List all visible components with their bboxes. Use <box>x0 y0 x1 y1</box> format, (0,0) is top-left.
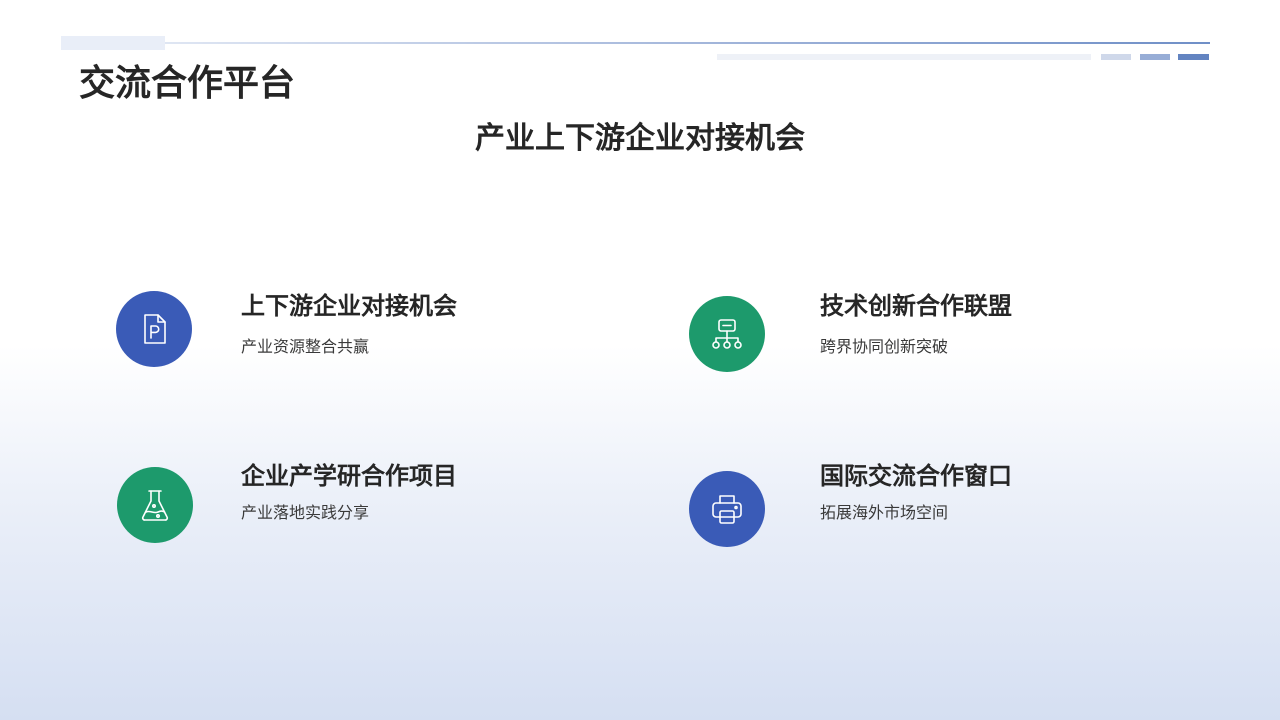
feature-item-description: 产业资源整合共赢 <box>241 337 370 356</box>
flask-icon <box>117 467 193 543</box>
header-accent-segment-1 <box>1101 54 1131 60</box>
header-accent-segment-3 <box>1178 54 1209 60</box>
feature-item-title: 技术创新合作联盟 <box>820 292 1012 320</box>
header-rule <box>165 42 1210 44</box>
header-tab-block <box>61 36 165 50</box>
feature-item-title: 上下游企业对接机会 <box>241 292 457 320</box>
feature-item-title: 国际交流合作窗口 <box>820 462 1012 490</box>
page-title: 交流合作平台 <box>79 63 296 104</box>
feature-item-title: 企业产学研合作项目 <box>241 462 457 490</box>
printer-icon <box>689 471 765 547</box>
header-accent-segment-2 <box>1140 54 1170 60</box>
document-p-icon <box>116 291 192 367</box>
feature-item-description: 拓展海外市场空间 <box>820 503 949 522</box>
section-title: 产业上下游企业对接机会 <box>475 121 805 156</box>
feature-item-description: 产业落地实践分享 <box>241 503 370 522</box>
org-chart-icon <box>689 296 765 372</box>
feature-item-description: 跨界协同创新突破 <box>820 337 949 356</box>
header-accent-bar <box>717 54 1091 60</box>
